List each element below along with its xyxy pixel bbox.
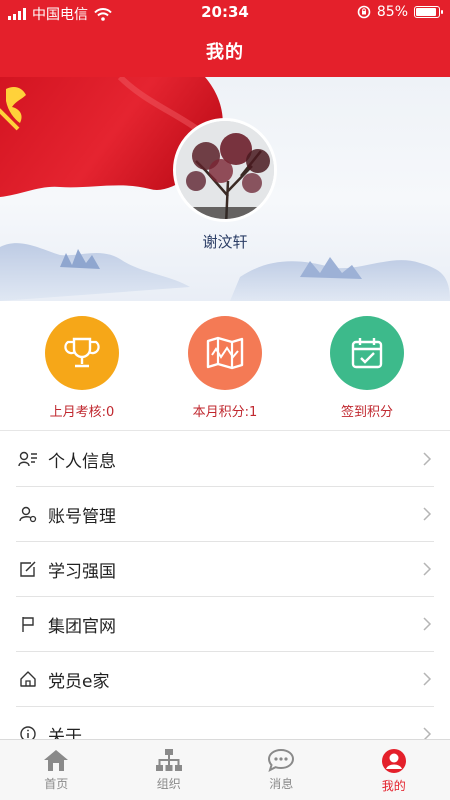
tab-mine[interactable]: 我的 xyxy=(338,740,450,800)
chevron-right-icon xyxy=(423,562,432,576)
menu-item-label: 账号管理 xyxy=(48,506,116,527)
chevron-right-icon xyxy=(423,672,432,686)
tab-label: 首页 xyxy=(44,777,69,791)
user-card-icon xyxy=(16,447,40,471)
menu-item-xuexi-qiangguo[interactable]: 学习强国 xyxy=(16,542,434,597)
org-chart-icon xyxy=(155,749,182,771)
rotation-lock-icon xyxy=(357,5,371,19)
menu-item-label: 集团官网 xyxy=(48,616,116,637)
stat-last-month-assessment[interactable]: 上月考核:0 xyxy=(17,316,147,420)
status-bar: 中国电信 20:34 85% xyxy=(0,0,450,24)
tab-label: 我的 xyxy=(381,779,406,793)
menu-item-label: 学习强国 xyxy=(48,561,116,582)
profile-tab-icon xyxy=(381,749,406,773)
battery-icon xyxy=(414,6,443,18)
stat-label: 上月考核:0 xyxy=(49,405,115,420)
menu-item-account-management[interactable]: 账号管理 xyxy=(16,487,434,542)
home-tab-icon xyxy=(44,750,69,771)
tab-organization[interactable]: 组织 xyxy=(113,740,226,800)
stats-section: 上月考核:0 本月积分:1 签到积分 xyxy=(0,301,450,431)
menu-item-personal-info[interactable]: 个人信息 xyxy=(16,432,434,487)
flag-icon xyxy=(16,612,40,636)
avatar[interactable] xyxy=(173,118,277,222)
top-bar: 中国电信 20:34 85% 我的 xyxy=(0,0,450,77)
stat-this-month-points[interactable]: 本月积分:1 xyxy=(160,316,290,420)
chevron-right-icon xyxy=(423,507,432,521)
profile-banner: 谢汶轩 xyxy=(0,77,450,301)
trophy-icon xyxy=(45,316,119,390)
edit-icon xyxy=(16,557,40,581)
tab-home[interactable]: 首页 xyxy=(0,740,113,800)
menu-item-party-member-home[interactable]: 党员e家 xyxy=(16,652,434,707)
calendar-check-icon xyxy=(330,316,404,390)
settings-menu: 个人信息 账号管理 学习强国 集团官网 党员e家 关于 xyxy=(0,432,450,762)
account-icon xyxy=(16,502,40,526)
map-icon xyxy=(188,316,262,390)
menu-item-label: 党员e家 xyxy=(48,671,110,692)
stat-checkin-points[interactable]: 签到积分 xyxy=(302,316,432,420)
stat-label: 本月积分:1 xyxy=(192,405,258,420)
chevron-right-icon xyxy=(423,617,432,631)
chevron-right-icon xyxy=(423,452,432,466)
battery-percent: 85% xyxy=(376,4,408,20)
user-name: 谢汶轩 xyxy=(202,233,248,251)
tab-label: 消息 xyxy=(269,777,294,791)
message-icon xyxy=(268,748,295,772)
menu-item-label: 个人信息 xyxy=(48,451,116,472)
home-icon xyxy=(16,667,40,691)
page-title: 我的 xyxy=(206,42,244,63)
tab-label: 组织 xyxy=(156,777,181,791)
tab-messages[interactable]: 消息 xyxy=(225,740,338,800)
stat-label: 签到积分 xyxy=(340,405,393,420)
bottom-tab-bar: 首页 组织 消息 我的 xyxy=(0,739,450,800)
menu-item-group-website[interactable]: 集团官网 xyxy=(16,597,434,652)
